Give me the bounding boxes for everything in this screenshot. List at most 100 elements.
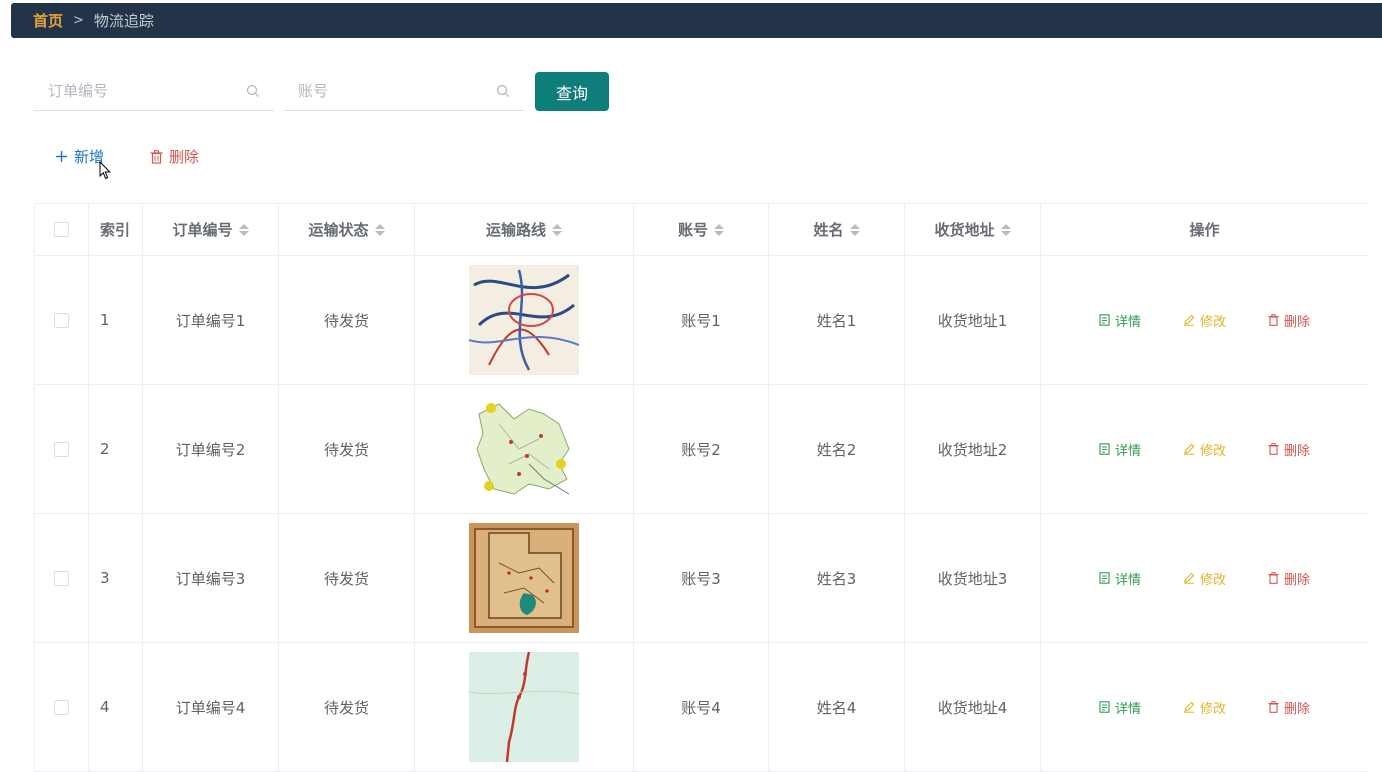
row-order-number: 订单编号3 [143, 514, 279, 642]
row-checkbox[interactable] [54, 312, 69, 328]
select-all-checkbox[interactable] [54, 222, 69, 237]
sort-icon[interactable] [714, 223, 724, 236]
row-select-cell [34, 514, 89, 642]
header-name[interactable]: 姓名 [769, 204, 905, 255]
edit-button[interactable]: 修改 [1183, 569, 1226, 588]
trash-icon [1268, 701, 1279, 713]
row-route-cell [415, 643, 634, 771]
header-operations: 操作 [1189, 221, 1220, 239]
delete-button[interactable]: 删除 [1268, 698, 1310, 717]
row-account: 账号2 [634, 385, 769, 513]
pencil-icon [1183, 701, 1195, 713]
detail-label: 详情 [1114, 443, 1141, 459]
document-icon [1099, 314, 1110, 326]
edit-button[interactable]: 修改 [1183, 311, 1226, 330]
route-map-image[interactable] [469, 394, 579, 504]
edit-label: 修改 [1199, 443, 1226, 459]
row-order-number: 订单编号1 [143, 256, 279, 384]
row-select-cell [34, 643, 89, 771]
header-order-number[interactable]: 订单编号 [143, 204, 279, 255]
delete-button[interactable]: 删除 [1268, 440, 1310, 459]
trash-icon [150, 149, 163, 164]
edit-button[interactable]: 修改 [1183, 440, 1226, 459]
edit-label: 修改 [1199, 701, 1226, 717]
row-order-number: 订单编号2 [143, 385, 279, 513]
row-name: 姓名3 [769, 514, 905, 642]
row-account: 账号4 [634, 643, 769, 771]
route-map-image[interactable] [469, 523, 579, 633]
batch-delete-label: 删除 [169, 148, 200, 166]
row-order-number: 订单编号4 [143, 643, 279, 771]
breadcrumb-separator: > [73, 13, 84, 28]
route-map-image[interactable] [469, 265, 579, 375]
row-name: 姓名1 [769, 256, 905, 384]
edit-label: 修改 [1199, 314, 1226, 330]
sort-icon[interactable] [552, 223, 562, 236]
add-button[interactable]: 新增 [55, 146, 104, 167]
mouse-cursor-icon [99, 161, 111, 180]
breadcrumb-bar: 首页 > 物流追踪 [11, 3, 1382, 38]
detail-button[interactable]: 详情 [1099, 440, 1141, 459]
row-name: 姓名2 [769, 385, 905, 513]
delete-label: 删除 [1284, 443, 1311, 459]
edit-label: 修改 [1199, 572, 1226, 588]
row-status: 待发货 [279, 643, 415, 771]
route-map-image[interactable] [469, 652, 579, 762]
row-address: 收货地址2 [905, 385, 1041, 513]
row-operations: 详情 修改 删除 [1041, 256, 1368, 384]
delete-label: 删除 [1284, 701, 1311, 717]
row-status: 待发货 [279, 514, 415, 642]
table-row: 3 订单编号3 待发货 账号3 姓名3 收货地址3 详情 修改 删除 [34, 514, 1368, 643]
header-account[interactable]: 账号 [634, 204, 769, 255]
edit-button[interactable]: 修改 [1183, 698, 1226, 717]
detail-label: 详情 [1114, 572, 1141, 588]
order-search-input[interactable]: 订单编号 [34, 71, 274, 111]
detail-button[interactable]: 详情 [1099, 311, 1141, 330]
header-address[interactable]: 收货地址 [905, 204, 1041, 255]
header-status[interactable]: 运输状态 [279, 204, 415, 255]
document-icon [1099, 701, 1110, 713]
row-address: 收货地址4 [905, 643, 1041, 771]
breadcrumb-home[interactable]: 首页 [33, 10, 63, 31]
row-select-cell [34, 385, 89, 513]
row-operations: 详情 修改 删除 [1041, 643, 1368, 771]
header-label: 收货地址 [934, 221, 995, 239]
header-select-cell [34, 204, 89, 255]
row-index: 4 [89, 643, 143, 771]
sort-icon[interactable] [1000, 223, 1011, 236]
delete-button[interactable]: 删除 [1268, 569, 1310, 588]
row-checkbox[interactable] [54, 699, 69, 715]
table-row: 1 订单编号1 待发货 账号1 姓名1 收货地址1 详情 修改 删除 [34, 256, 1368, 385]
detail-label: 详情 [1114, 701, 1141, 717]
row-operations: 详情 修改 删除 [1041, 514, 1368, 642]
detail-button[interactable]: 详情 [1099, 569, 1141, 588]
query-button[interactable]: 查询 [535, 72, 609, 111]
table-header-row: 索引 订单编号 运输状态 运输路线 账号 姓名 收货地址 操作 [34, 204, 1368, 256]
row-checkbox[interactable] [54, 441, 69, 457]
header-label: 账号 [677, 221, 708, 239]
header-index: 索引 [89, 204, 143, 255]
header-label: 订单编号 [172, 221, 233, 239]
header-label: 运输状态 [308, 221, 369, 239]
row-route-cell [415, 256, 634, 384]
account-search-input[interactable]: 账号 [284, 71, 524, 111]
trash-icon [1268, 572, 1279, 584]
row-index: 3 [89, 514, 143, 642]
sort-icon[interactable] [374, 223, 385, 236]
sort-icon[interactable] [238, 223, 249, 236]
row-name: 姓名4 [769, 643, 905, 771]
batch-delete-button[interactable]: 删除 [150, 146, 199, 167]
logistics-table: 索引 订单编号 运输状态 运输路线 账号 姓名 收货地址 操作 1 订单编号1 … [34, 203, 1368, 772]
pencil-icon [1183, 572, 1195, 584]
trash-icon [1268, 314, 1279, 326]
detail-button[interactable]: 详情 [1099, 698, 1141, 717]
delete-button[interactable]: 删除 [1268, 311, 1310, 330]
sort-icon[interactable] [849, 223, 860, 236]
pencil-icon [1183, 314, 1195, 326]
search-icon [496, 84, 509, 97]
header-route[interactable]: 运输路线 [415, 204, 634, 255]
pencil-icon [1183, 443, 1195, 455]
row-checkbox[interactable] [54, 570, 69, 586]
document-icon [1099, 572, 1110, 584]
row-select-cell [34, 256, 89, 384]
